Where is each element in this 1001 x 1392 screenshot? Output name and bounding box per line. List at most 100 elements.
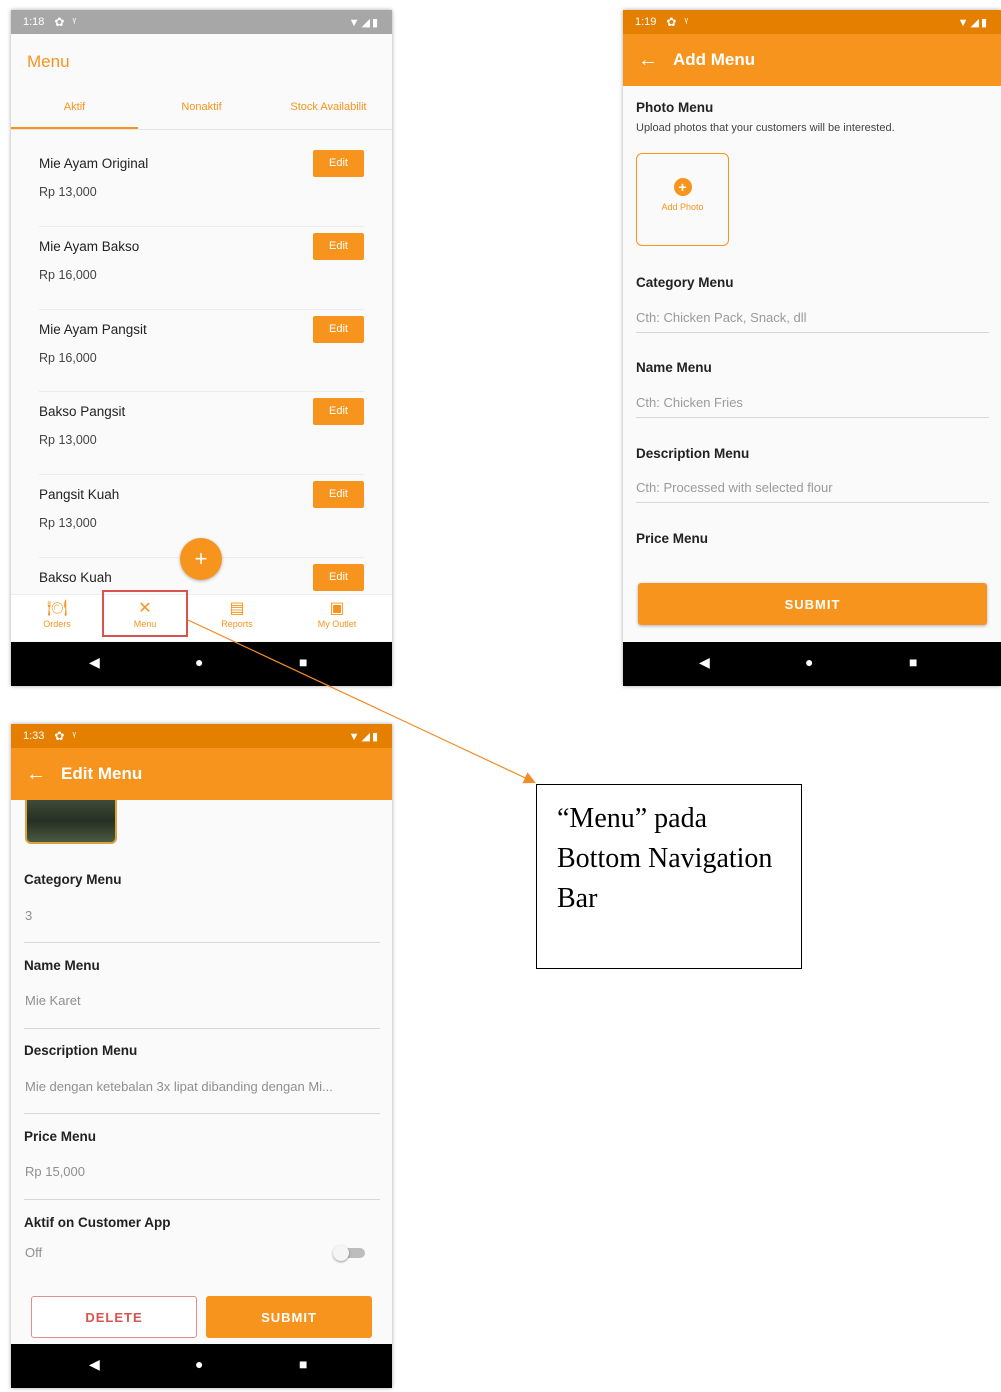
category-menu-input[interactable] bbox=[636, 303, 989, 333]
active-status-value: Off bbox=[25, 1245, 43, 1260]
notification-status-icon: ᵞ bbox=[684, 16, 689, 28]
settings-status-icon: ✿ bbox=[54, 15, 65, 29]
menu-item-name: Mie Ayam Original bbox=[39, 156, 149, 171]
menu-tabs: Aktif Nonaktif Stock Availabilit bbox=[11, 96, 392, 130]
delete-button[interactable]: DELETE bbox=[31, 1296, 197, 1338]
app-bar: ← Add Menu bbox=[623, 34, 1001, 86]
reports-icon: ▤ bbox=[229, 600, 245, 617]
description-menu-value[interactable]: Mie dengan ketebalan 3x lipat dibanding … bbox=[25, 1079, 333, 1094]
system-navigation-bar: ◀ ● ■ bbox=[623, 642, 1001, 686]
edit-button[interactable]: Edit bbox=[313, 563, 364, 591]
status-bar: 1:19 ✿ ᵞ ▼◢▮ bbox=[623, 10, 1001, 34]
add-menu-screen: 1:19 ✿ ᵞ ▼◢▮ ← Add Menu Photo Menu Uploa… bbox=[623, 10, 1001, 686]
page-title: Edit Menu bbox=[61, 764, 143, 783]
nav-label: Orders bbox=[43, 619, 71, 629]
back-nav-icon[interactable]: ◀ bbox=[699, 654, 710, 671]
submit-button[interactable]: SUBMIT bbox=[638, 583, 987, 625]
page-title: Menu bbox=[27, 52, 70, 71]
edit-button[interactable]: Edit bbox=[313, 398, 364, 426]
app-bar: ← Edit Menu bbox=[11, 748, 392, 800]
bottom-navigation-bar: 🍽 Orders ✕ Menu ▤ Reports ▣ My Outlet bbox=[11, 594, 392, 641]
nav-my-outlet[interactable]: ▣ My Outlet bbox=[297, 599, 377, 629]
annotation-callout: “Menu” pada Bottom Navigation Bar bbox=[536, 784, 802, 969]
price-menu-label: Price Menu bbox=[24, 1129, 97, 1144]
menu-item-name: Mie Ayam Pangsit bbox=[39, 321, 147, 337]
add-photo-button[interactable]: + Add Photo bbox=[636, 153, 729, 246]
description-menu-label: Description Menu bbox=[636, 446, 750, 461]
description-menu-input[interactable] bbox=[636, 473, 989, 503]
add-photo-label: Add Photo bbox=[661, 202, 704, 212]
divider bbox=[24, 942, 380, 943]
nav-orders[interactable]: 🍽 Orders bbox=[17, 599, 97, 629]
price-menu-value[interactable]: Rp 15,000 bbox=[25, 1164, 85, 1179]
settings-status-icon: ✿ bbox=[666, 15, 677, 29]
menu-item-price: Rp 13,000 bbox=[39, 433, 97, 448]
back-arrow-icon[interactable]: ← bbox=[11, 763, 61, 786]
active-customer-app-label: Aktif on Customer App bbox=[24, 1215, 171, 1230]
category-menu-label: Category Menu bbox=[636, 275, 734, 290]
status-time: 1:33 bbox=[23, 730, 45, 742]
menu-list-screen: 1:18 ✿ ᵞ ▼◢▮ Menu Aktif Nonaktif Stock A… bbox=[11, 10, 392, 686]
status-bar: 1:33 ✿ ᵞ ▼◢▮ bbox=[11, 724, 392, 748]
name-menu-value[interactable]: Mie Karet bbox=[25, 993, 81, 1008]
status-bar: 1:18 ✿ ᵞ ▼◢▮ bbox=[11, 10, 392, 34]
page-title: Add Menu bbox=[673, 50, 756, 69]
recents-nav-icon[interactable]: ■ bbox=[299, 654, 307, 670]
menu-item-price: Rp 16,000 bbox=[39, 350, 97, 365]
back-nav-icon[interactable]: ◀ bbox=[89, 654, 100, 671]
back-arrow-icon[interactable]: ← bbox=[623, 49, 673, 72]
store-icon: ▣ bbox=[329, 600, 345, 617]
home-nav-icon[interactable]: ● bbox=[195, 654, 203, 670]
system-navigation-bar: ◀ ● ■ bbox=[11, 642, 392, 686]
add-circle-icon: + bbox=[673, 178, 692, 196]
nav-label: Reports bbox=[221, 619, 253, 629]
menu-item-price: Rp 13,000 bbox=[39, 516, 97, 531]
edit-button[interactable]: Edit bbox=[313, 150, 364, 177]
divider bbox=[24, 1199, 380, 1200]
category-menu-value[interactable]: 3 bbox=[25, 908, 32, 923]
photo-menu-label: Photo Menu bbox=[636, 100, 714, 115]
tab-aktif[interactable]: Aktif bbox=[11, 96, 138, 129]
signal-battery-icon: ▼◢▮ bbox=[957, 16, 989, 29]
list-item: Mie Ayam Original Rp 13,000 Edit bbox=[39, 144, 364, 227]
tab-stock-availability[interactable]: Stock Availabilit bbox=[265, 96, 392, 129]
name-menu-label: Name Menu bbox=[636, 360, 712, 375]
recents-nav-icon[interactable]: ■ bbox=[909, 654, 917, 670]
name-menu-input[interactable] bbox=[636, 388, 989, 418]
description-menu-label: Description Menu bbox=[24, 1043, 138, 1058]
signal-battery-icon: ▼◢▮ bbox=[348, 730, 380, 743]
menu-photo-thumbnail[interactable] bbox=[25, 800, 117, 844]
nav-reports[interactable]: ▤ Reports bbox=[197, 599, 277, 629]
name-menu-label: Name Menu bbox=[24, 958, 100, 973]
recents-nav-icon[interactable]: ■ bbox=[299, 1356, 307, 1372]
add-menu-fab[interactable]: + bbox=[180, 538, 222, 580]
list-item: Mie Ayam Pangsit Rp 16,000 Edit bbox=[39, 310, 364, 393]
active-toggle[interactable] bbox=[333, 1245, 367, 1261]
list-item: Mie Ayam Bakso Rp 16,000 Edit bbox=[39, 227, 364, 310]
system-navigation-bar: ◀ ● ■ bbox=[11, 1344, 392, 1388]
menu-item-price: Rp 16,000 bbox=[39, 267, 97, 282]
category-menu-label: Category Menu bbox=[24, 872, 122, 887]
tab-nonaktif[interactable]: Nonaktif bbox=[138, 96, 265, 129]
edit-button[interactable]: Edit bbox=[313, 232, 364, 260]
home-nav-icon[interactable]: ● bbox=[195, 1356, 203, 1372]
submit-button[interactable]: SUBMIT bbox=[206, 1296, 372, 1338]
signal-battery-icon: ▼◢▮ bbox=[348, 16, 380, 29]
status-time: 1:19 bbox=[635, 16, 657, 28]
orders-icon: 🍽 bbox=[46, 600, 68, 617]
back-nav-icon[interactable]: ◀ bbox=[89, 1356, 100, 1373]
menu-item-name: Pangsit Kuah bbox=[39, 487, 120, 503]
notification-status-icon: ᵞ bbox=[72, 16, 77, 28]
price-menu-label: Price Menu bbox=[636, 531, 709, 546]
edit-menu-screen: 1:33 ✿ ᵞ ▼◢▮ ← Edit Menu Category Menu 3… bbox=[11, 724, 392, 1388]
edit-button[interactable]: Edit bbox=[313, 481, 364, 509]
menu-item-price: Rp 13,000 bbox=[39, 185, 97, 199]
nav-label: My Outlet bbox=[317, 619, 357, 629]
status-time: 1:18 bbox=[23, 16, 45, 28]
settings-status-icon: ✿ bbox=[54, 729, 65, 743]
list-item: Bakso Pangsit Rp 13,000 Edit bbox=[39, 392, 364, 476]
divider bbox=[24, 1028, 380, 1029]
home-nav-icon[interactable]: ● bbox=[805, 654, 813, 670]
edit-button[interactable]: Edit bbox=[313, 315, 364, 343]
notification-status-icon: ᵞ bbox=[72, 730, 77, 742]
